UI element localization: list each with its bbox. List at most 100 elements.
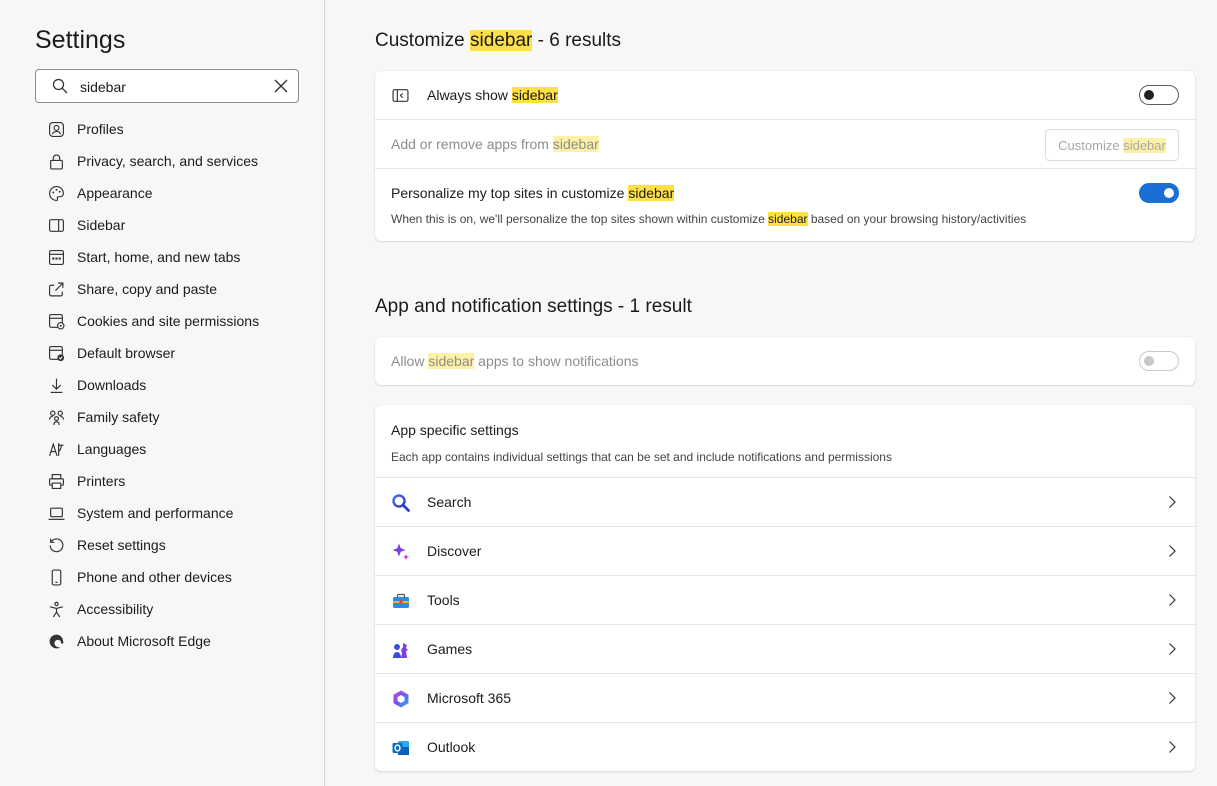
sidebar-item-label: Sidebar: [77, 217, 126, 233]
microsoft-365-icon: [393, 690, 409, 708]
lock-icon: [44, 145, 70, 177]
customize-sidebar-button[interactable]: Customize sidebar: [1045, 129, 1179, 161]
laptop-icon: [44, 497, 70, 529]
search-highlight: sidebar: [470, 30, 533, 51]
sidebar-item-reset[interactable]: Reset settings: [44, 529, 314, 561]
settings-nav: Profiles Privacy, search, and services A…: [44, 113, 314, 657]
customize-sidebar-heading: Customize sidebar - 6 results: [375, 30, 621, 52]
sidebar-toggle-icon: [392, 89, 409, 102]
personalize-top-sites-label: Personalize my top sites in customize si…: [391, 185, 675, 201]
sidebar-item-printers[interactable]: Printers: [44, 465, 314, 497]
default-browser-icon: [44, 337, 70, 369]
app-label: Microsoft 365: [427, 690, 512, 706]
sidebar-item-label: Start, home, and new tabs: [77, 249, 241, 265]
chevron-right-icon: [1169, 545, 1176, 557]
chevron-right-icon: [1169, 643, 1176, 655]
app-row-tools[interactable]: Tools: [375, 576, 1195, 625]
settings-sidebar: Settings Profiles Privacy, search, and s…: [0, 0, 325, 786]
sidebar-item-cookies[interactable]: Cookies and site permissions: [44, 305, 314, 337]
button-text: Customize: [1058, 137, 1120, 153]
always-show-sidebar-label: Always show sidebar: [427, 87, 558, 103]
label-text: Personalize my top sites in customize: [391, 185, 629, 201]
app-label: Tools: [427, 592, 460, 608]
heading-count: - 6 results: [532, 30, 622, 51]
app-row-discover[interactable]: Discover: [375, 527, 1195, 576]
heading-text: Customize: [375, 30, 471, 51]
desc-text: based on your browsing history/activitie…: [807, 212, 1027, 226]
personalize-top-sites-row: Personalize my top sites in customize si…: [375, 169, 1195, 241]
sidebar-item-label: Profiles: [77, 121, 124, 137]
app-row-outlook[interactable]: Outlook: [375, 723, 1195, 772]
desc-text: When this is on, we'll personalize the t…: [391, 212, 769, 226]
toggle-knob: [1144, 90, 1154, 100]
app-row-games[interactable]: Games: [375, 625, 1195, 674]
tools-icon: [393, 593, 409, 608]
home-tabs-icon: [44, 241, 70, 273]
search-app-icon: [392, 494, 410, 512]
sidebar-item-label: About Microsoft Edge: [77, 633, 211, 649]
app-label: Discover: [427, 543, 482, 559]
sidebar-item-label: Privacy, search, and services: [77, 153, 259, 169]
toggle-knob: [1164, 188, 1174, 198]
sidebar-item-label: Phone and other devices: [77, 569, 232, 585]
allow-notifications-row: Allow sidebar apps to show notifications: [375, 337, 1195, 385]
allow-notifications-label: Allow sidebar apps to show notifications: [391, 353, 639, 369]
sidebar-item-sidebar[interactable]: Sidebar: [44, 209, 314, 241]
notifications-card: Allow sidebar apps to show notifications: [375, 337, 1195, 385]
sidebar-item-label: System and performance: [77, 505, 234, 521]
chevron-right-icon: [1169, 741, 1176, 753]
add-remove-apps-row: Add or remove apps from sidebar Customiz…: [375, 120, 1195, 169]
phone-icon: [44, 561, 70, 593]
app-label: Games: [427, 641, 473, 657]
sidebar-item-downloads[interactable]: Downloads: [44, 369, 314, 401]
search-highlight: sidebar: [511, 87, 558, 103]
search-icon: [52, 78, 68, 94]
sidebar-item-system[interactable]: System and performance: [44, 497, 314, 529]
sidebar-item-languages[interactable]: Languages: [44, 433, 314, 465]
app-row-search[interactable]: Search: [375, 478, 1195, 527]
sidebar-item-default-browser[interactable]: Default browser: [44, 337, 314, 369]
search-highlight: sidebar: [628, 185, 675, 201]
app-row-microsoft-365[interactable]: Microsoft 365: [375, 674, 1195, 723]
always-show-sidebar-row: Always show sidebar: [375, 71, 1195, 120]
sidebar-item-label: Cookies and site permissions: [77, 313, 260, 329]
chevron-right-icon: [1169, 496, 1176, 508]
sidebar-item-start-home[interactable]: Start, home, and new tabs: [44, 241, 314, 273]
sidebar-item-share[interactable]: Share, copy and paste: [44, 273, 314, 305]
accessibility-icon: [44, 593, 70, 625]
app-specific-title: App specific settings: [391, 422, 519, 438]
add-remove-apps-label: Add or remove apps from sidebar: [391, 136, 599, 152]
search-highlight: sidebar: [552, 136, 599, 152]
search-highlight: sidebar: [768, 212, 808, 226]
clear-search-icon[interactable]: [274, 79, 288, 93]
printer-icon: [44, 465, 70, 497]
sidebar-item-appearance[interactable]: Appearance: [44, 177, 314, 209]
app-specific-card: App specific settings Each app contains …: [375, 405, 1195, 771]
allow-notifications-toggle[interactable]: [1139, 351, 1179, 371]
sidebar-item-label: Family safety: [77, 409, 160, 425]
personalize-top-sites-description: When this is on, we'll personalize the t…: [391, 212, 1026, 226]
search-input[interactable]: [80, 77, 260, 97]
sidebar-item-label: Printers: [77, 473, 126, 489]
family-icon: [44, 401, 70, 433]
label-text: Always show: [427, 87, 512, 103]
languages-icon: [44, 433, 70, 465]
search-box[interactable]: [35, 69, 299, 103]
share-icon: [44, 273, 70, 305]
sidebar-item-privacy[interactable]: Privacy, search, and services: [44, 145, 314, 177]
sidebar-item-label: Reset settings: [77, 537, 166, 553]
app-specific-header: App specific settings Each app contains …: [375, 405, 1195, 478]
sidebar-item-label: Accessibility: [77, 601, 154, 617]
sidebar-item-family-safety[interactable]: Family safety: [44, 401, 314, 433]
sidebar-item-profiles[interactable]: Profiles: [44, 113, 314, 145]
sidebar-item-label: Share, copy and paste: [77, 281, 218, 297]
sidebar-item-label: Appearance: [77, 185, 153, 201]
personalize-top-sites-toggle[interactable]: [1139, 183, 1179, 203]
reset-icon: [44, 529, 70, 561]
always-show-sidebar-toggle[interactable]: [1139, 85, 1179, 105]
sidebar-item-about[interactable]: About Microsoft Edge: [44, 625, 314, 657]
label-text: Allow: [391, 353, 429, 369]
sidebar-item-phone[interactable]: Phone and other devices: [44, 561, 314, 593]
sidebar-item-label: Default browser: [77, 345, 176, 361]
sidebar-item-accessibility[interactable]: Accessibility: [44, 593, 314, 625]
